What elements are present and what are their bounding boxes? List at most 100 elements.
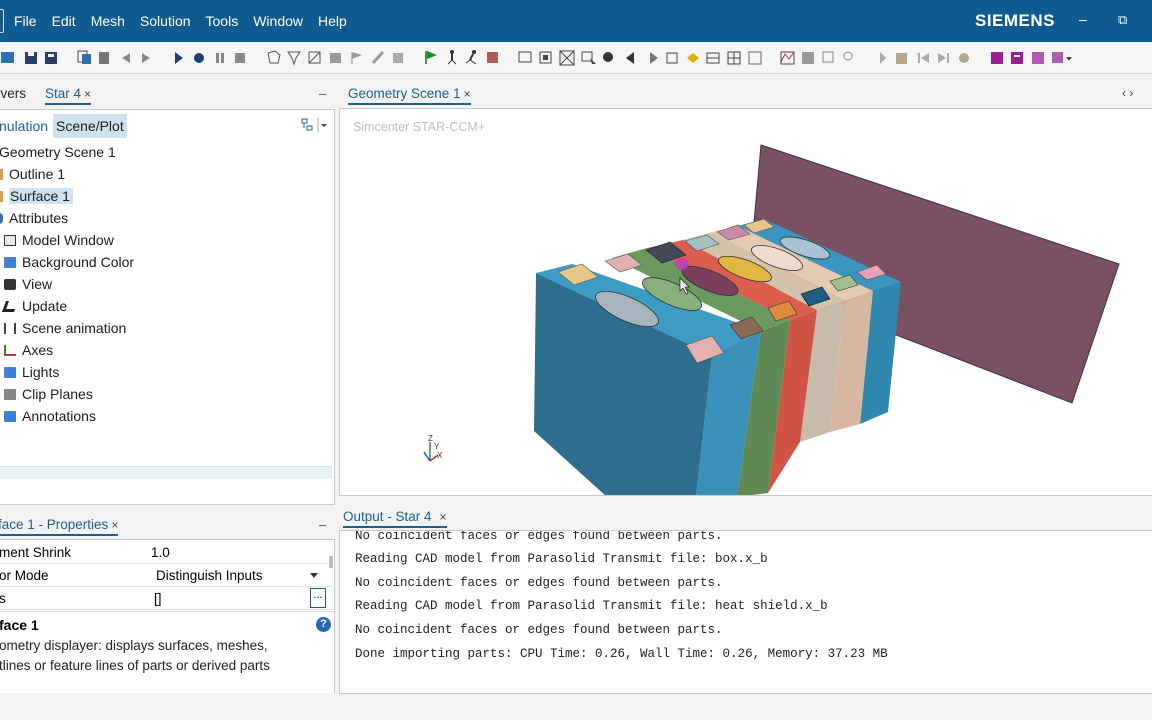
grid-b-icon[interactable] — [727, 51, 741, 65]
close-tab-star4-icon[interactable]: × — [84, 87, 91, 101]
prev-frame-icon[interactable] — [918, 53, 929, 63]
pen-icon[interactable] — [371, 50, 385, 65]
surface-icon[interactable] — [393, 53, 403, 63]
green-flag-icon[interactable] — [425, 51, 437, 64]
tree-item-update[interactable]: Update — [1, 296, 67, 316]
record-icon[interactable] — [194, 53, 204, 63]
tree-item-axes[interactable]: Axes — [4, 340, 53, 360]
plot-a-icon[interactable] — [780, 51, 795, 65]
forward-arrow-icon[interactable] — [650, 52, 658, 64]
plot-c-icon[interactable] — [822, 51, 834, 63]
tab-properties[interactable]: face 1 - Properties × — [0, 517, 119, 536]
menu-solution[interactable]: Solution — [140, 13, 191, 29]
tree-item-surface[interactable]: Surface 1 — [0, 186, 73, 206]
clip-icon[interactable] — [330, 53, 341, 63]
menu-window[interactable]: Window — [253, 13, 303, 29]
tab-geometry-scene[interactable]: Geometry Scene 1 × — [348, 86, 471, 105]
close-tab-properties-icon[interactable]: × — [111, 518, 118, 532]
tree-item-clip-planes[interactable]: Clip Planes — [4, 384, 93, 404]
menu-help[interactable]: Help — [318, 13, 347, 29]
lens-icon[interactable] — [603, 52, 613, 62]
prop-row-shrink[interactable]: ment Shrink 1.0 — [0, 541, 332, 564]
select-icon[interactable] — [581, 51, 596, 64]
report-a-icon[interactable] — [991, 52, 1003, 64]
ruler-icon[interactable] — [687, 53, 699, 63]
step-back-icon[interactable] — [122, 53, 130, 63]
tree-item-view[interactable]: View — [4, 274, 52, 294]
scene-nav-arrows[interactable]: ‹ › — [1122, 86, 1133, 100]
minimize-window-button[interactable]: – — [1079, 11, 1087, 27]
output-console[interactable]: No coincident faces or edges found betwe… — [339, 530, 1152, 694]
scene-viewport[interactable]: Simcenter STAR-CCM+ Z Y X — [339, 108, 1152, 496]
tree-item-outline[interactable]: Outline 1 — [0, 164, 65, 184]
properties-minimize[interactable]: – — [319, 517, 326, 532]
subtab-simulation[interactable]: nulation — [0, 114, 48, 138]
menu-tools[interactable]: Tools — [206, 13, 239, 29]
tree-item-model-window[interactable]: Model Window — [4, 230, 114, 250]
filter-icon[interactable] — [287, 51, 301, 66]
menu-file[interactable]: File — [14, 13, 37, 29]
ellipsis-button[interactable]: ... — [310, 588, 326, 608]
save-icon[interactable] — [25, 52, 37, 64]
prop-value[interactable]: Distinguish Inputs — [156, 564, 263, 587]
plot-b-icon[interactable] — [802, 52, 814, 64]
pause-icon[interactable] — [216, 53, 224, 63]
copy-icon[interactable] — [77, 50, 91, 64]
back-arrow-icon[interactable] — [626, 52, 634, 64]
grid-a-icon[interactable] — [706, 52, 720, 64]
tab-output[interactable]: Output - Star 4 × — [343, 509, 447, 528]
run-man-icon[interactable] — [465, 50, 477, 65]
tree-item-scene-animation[interactable]: Scene animation — [4, 318, 126, 338]
prop-row-parts[interactable]: s [] ... — [0, 587, 332, 610]
repair-icon[interactable] — [308, 51, 321, 64]
tree-item-lights[interactable]: Lights — [4, 362, 59, 382]
mesh-icon[interactable] — [267, 50, 281, 64]
open-icon[interactable] — [1, 52, 14, 63]
zoom-box-icon[interactable] — [559, 50, 575, 66]
prop-row-mode[interactable]: or Mode Distinguish Inputs — [0, 564, 332, 587]
help-icon[interactable]: ? — [316, 617, 331, 632]
screenshot-icon[interactable] — [518, 51, 532, 63]
properties-scrollbar[interactable] — [329, 556, 333, 568]
description-line: tlines or feature lines of parts or deri… — [0, 658, 270, 673]
tree-item-attributes[interactable]: Attributes — [0, 208, 68, 228]
stop-red-icon[interactable] — [487, 52, 498, 63]
close-tab-output-icon[interactable]: × — [440, 510, 447, 524]
subtab-scene-plot[interactable]: Scene/Plot — [53, 114, 127, 138]
tree-options-icon[interactable] — [301, 117, 329, 133]
step-forward-icon[interactable] — [142, 53, 150, 63]
run-icon[interactable] — [175, 52, 183, 64]
grid-c-icon[interactable] — [748, 51, 762, 65]
tab-star4[interactable]: Star 4 × — [45, 86, 92, 105]
macro-icon[interactable] — [1032, 52, 1044, 64]
save-all-icon[interactable] — [45, 52, 57, 64]
tree-item-annotations[interactable]: Annotations — [4, 406, 96, 426]
menu-mesh[interactable]: Mesh — [91, 13, 125, 29]
window-icon — [4, 235, 16, 246]
record-small-icon[interactable] — [959, 53, 969, 63]
cube-icon[interactable] — [666, 52, 678, 64]
flag-gray-icon[interactable] — [351, 52, 362, 64]
chevron-down-icon[interactable] — [310, 573, 319, 579]
next-frame-icon[interactable] — [938, 53, 949, 63]
stop-small-icon[interactable] — [896, 53, 907, 64]
probe-icon[interactable] — [843, 51, 853, 61]
prop-value[interactable]: [] — [154, 587, 162, 610]
fit-icon[interactable] — [539, 51, 552, 64]
play-small-icon[interactable] — [880, 52, 886, 64]
tree-item-background-color[interactable]: Background Color — [4, 252, 134, 272]
battery-model-render[interactable] — [340, 109, 1152, 496]
tree-item-geometry-scene[interactable]: Geometry Scene 1 — [0, 142, 116, 162]
left-panel-minimize[interactable]: – — [319, 86, 326, 101]
restore-window-button[interactable]: ⧉ — [1118, 12, 1127, 28]
close-tab-scene-icon[interactable]: × — [464, 87, 471, 101]
prop-value[interactable]: 1.0 — [151, 541, 170, 564]
paste-icon[interactable] — [99, 52, 109, 64]
stop-icon[interactable] — [235, 53, 245, 63]
menu-edit[interactable]: Edit — [52, 13, 76, 29]
tree-label: Geometry Scene 1 — [0, 144, 116, 160]
tab-servers[interactable]: rvers — [0, 86, 26, 101]
macro-menu-icon[interactable] — [1052, 52, 1072, 63]
report-b-icon[interactable] — [1011, 52, 1023, 64]
walk-icon[interactable] — [447, 50, 457, 65]
